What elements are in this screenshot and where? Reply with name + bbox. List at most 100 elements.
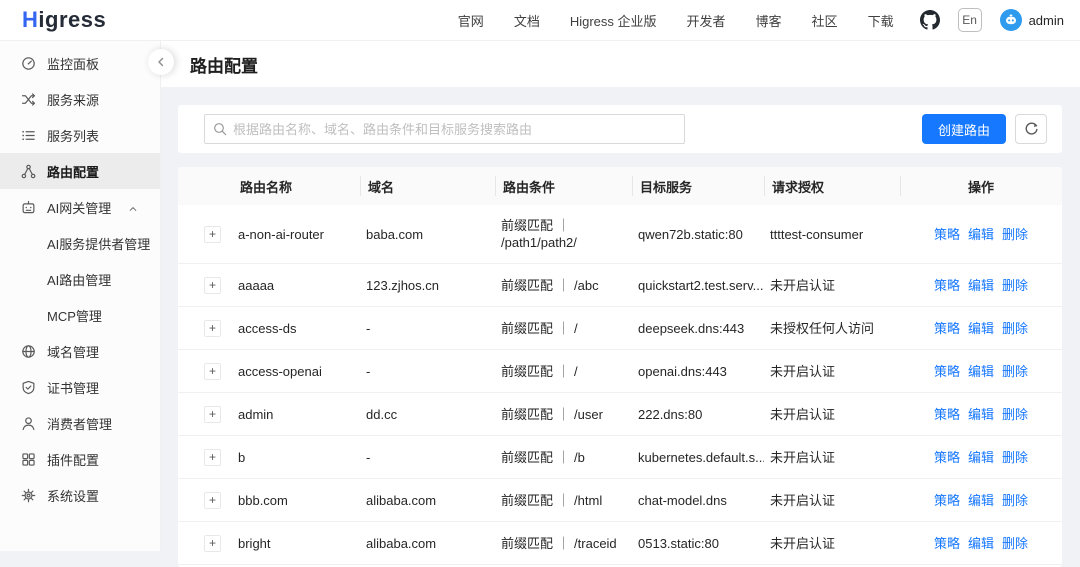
top-nav-link-7[interactable]: 下载 <box>868 11 894 30</box>
route-condition-cell: 前缀匹配｜/user <box>495 392 632 436</box>
routes-table-card: 路由名称 域名 路由条件 目标服务 请求授权 操作 + a-non-ai-router bab… <box>178 167 1062 567</box>
delete-link[interactable]: 删除 <box>1002 278 1028 293</box>
github-icon[interactable] <box>919 10 940 30</box>
expand-row-button[interactable]: + <box>204 492 221 509</box>
service-list-icon <box>21 128 36 143</box>
top-nav-link-4[interactable]: 开发者 <box>687 11 726 30</box>
auth-cell: 未开启认证 <box>764 263 900 307</box>
match-type: 前缀匹配 <box>501 363 554 379</box>
top-nav-link-2[interactable]: 文档 <box>514 11 540 30</box>
condition-separator: ｜ <box>557 363 571 379</box>
sidebar-item-消费者管理[interactable]: 消费者管理 <box>0 405 160 441</box>
plugin-icon <box>21 452 36 467</box>
route-name-cell: aaaaa <box>232 263 360 307</box>
sidebar-item-域名管理[interactable]: 域名管理 <box>0 333 160 369</box>
policy-link[interactable]: 策略 <box>934 321 960 336</box>
sidebar-item-证书管理[interactable]: 证书管理 <box>0 369 160 405</box>
delete-link[interactable]: 删除 <box>1002 407 1028 422</box>
target-service-cell: quickstart2.test.serv... <box>632 263 764 307</box>
delete-link[interactable]: 删除 <box>1002 536 1028 551</box>
route-name-cell: access-ds <box>232 306 360 350</box>
dashboard-icon <box>21 56 36 71</box>
expand-cell: + <box>178 435 232 479</box>
expand-row-button[interactable]: + <box>204 277 221 294</box>
top-nav-link-5[interactable]: 博客 <box>756 11 782 30</box>
policy-link[interactable]: 策略 <box>934 493 960 508</box>
sidebar-item-插件配置[interactable]: 插件配置 <box>0 441 160 477</box>
domain-cell: 123.zjhos.cn <box>360 263 495 307</box>
policy-link[interactable]: 策略 <box>934 278 960 293</box>
sidebar-item-服务来源[interactable]: 服务来源 <box>0 81 160 117</box>
edit-link[interactable]: 编辑 <box>968 407 994 422</box>
search-input[interactable] <box>204 114 685 144</box>
delete-link[interactable]: 删除 <box>1002 227 1028 242</box>
policy-link[interactable]: 策略 <box>934 407 960 422</box>
chevron-up-icon <box>128 202 138 217</box>
route-name-cell: admin <box>232 392 360 436</box>
delete-link[interactable]: 删除 <box>1002 450 1028 465</box>
expand-cell: + <box>178 478 232 522</box>
expand-row-button[interactable]: + <box>204 535 221 552</box>
delete-link[interactable]: 删除 <box>1002 321 1028 336</box>
consumer-icon <box>21 416 36 431</box>
policy-link[interactable]: 策略 <box>934 364 960 379</box>
expand-row-button[interactable]: + <box>204 449 221 466</box>
edit-link[interactable]: 编辑 <box>968 364 994 379</box>
route-name-cell: access-openai <box>232 349 360 393</box>
top-nav-link-6[interactable]: 社区 <box>812 11 838 30</box>
auth-cell: 未开启认证 <box>764 392 900 436</box>
sidebar-item-路由配置[interactable]: 路由配置 <box>0 153 160 189</box>
settings-icon <box>21 488 36 503</box>
edit-link[interactable]: 编辑 <box>968 450 994 465</box>
top-nav-link-1[interactable]: 官网 <box>458 11 484 30</box>
condition-separator: ｜ <box>557 218 571 233</box>
avatar <box>999 9 1022 31</box>
policy-link[interactable]: 策略 <box>934 450 960 465</box>
ai-gateway-icon <box>21 200 36 215</box>
language-toggle[interactable]: En <box>957 8 982 32</box>
refresh-button[interactable] <box>1015 114 1047 144</box>
target-service-cell: chat-model.dns <box>632 478 764 522</box>
auth-cell: 未开启认证 <box>764 349 900 393</box>
delete-link[interactable]: 删除 <box>1002 364 1028 379</box>
sidebar-item-AI网关管理[interactable]: AI网关管理 <box>0 189 160 225</box>
app-logo[interactable]: Higress <box>22 7 106 33</box>
expand-row-button[interactable]: + <box>204 363 221 380</box>
condition-separator: ｜ <box>557 406 571 422</box>
sidebar-subitem-MCP管理[interactable]: MCP管理 <box>0 297 160 333</box>
top-nav-link-3[interactable]: Higress 企业版 <box>570 11 657 30</box>
delete-link[interactable]: 删除 <box>1002 493 1028 508</box>
expand-row-button[interactable]: + <box>204 406 221 423</box>
table-row: + aaaaa 123.zjhos.cn 前缀匹配｜/abc quickstart2.t… <box>178 263 1062 307</box>
user-menu[interactable]: admin <box>999 9 1064 31</box>
edit-link[interactable]: 编辑 <box>968 321 994 336</box>
edit-link[interactable]: 编辑 <box>968 493 994 508</box>
edit-link[interactable]: 编辑 <box>968 278 994 293</box>
edit-link[interactable]: 编辑 <box>968 536 994 551</box>
route-condition-cell: 前缀匹配｜/traceid <box>495 521 632 565</box>
policy-link[interactable]: 策略 <box>934 227 960 242</box>
expand-row-button[interactable]: + <box>204 226 221 243</box>
expand-row-button[interactable]: + <box>204 320 221 337</box>
edit-link[interactable]: 编辑 <box>968 227 994 242</box>
sidebar-subitem-AI路由管理[interactable]: AI路由管理 <box>0 261 160 297</box>
policy-link[interactable]: 策略 <box>934 536 960 551</box>
expand-cell: + <box>178 392 232 436</box>
route-name-cell: bright <box>232 521 360 565</box>
table-row: + b - 前缀匹配｜/b kubernetes.default.s... 未开启认证 策略… <box>178 435 1062 479</box>
sidebar-item-服务列表[interactable]: 服务列表 <box>0 117 160 153</box>
sidebar-collapse-button[interactable] <box>148 49 174 75</box>
table-header-row: 路由名称 域名 路由条件 目标服务 请求授权 操作 <box>178 167 1062 205</box>
sidebar-item-label: 证书管理 <box>47 380 100 396</box>
route-icon <box>21 164 36 179</box>
sidebar-item-label: 域名管理 <box>47 344 100 360</box>
sidebar-item-监控面板[interactable]: 监控面板 <box>0 45 160 81</box>
route-path: /path1/path2/ <box>501 235 577 250</box>
create-route-button[interactable]: 创建路由 <box>921 114 1006 144</box>
route-condition-cell: 前缀匹配｜/abc <box>495 263 632 307</box>
sidebar-subitem-AI服务提供者管理[interactable]: AI服务提供者管理 <box>0 225 160 261</box>
sidebar-item-系统设置[interactable]: 系统设置 <box>0 477 160 513</box>
route-name-cell: a-non-ai-router <box>232 205 360 264</box>
username: admin <box>1028 12 1064 28</box>
auth-cell: ttttest-consumer <box>764 205 900 264</box>
